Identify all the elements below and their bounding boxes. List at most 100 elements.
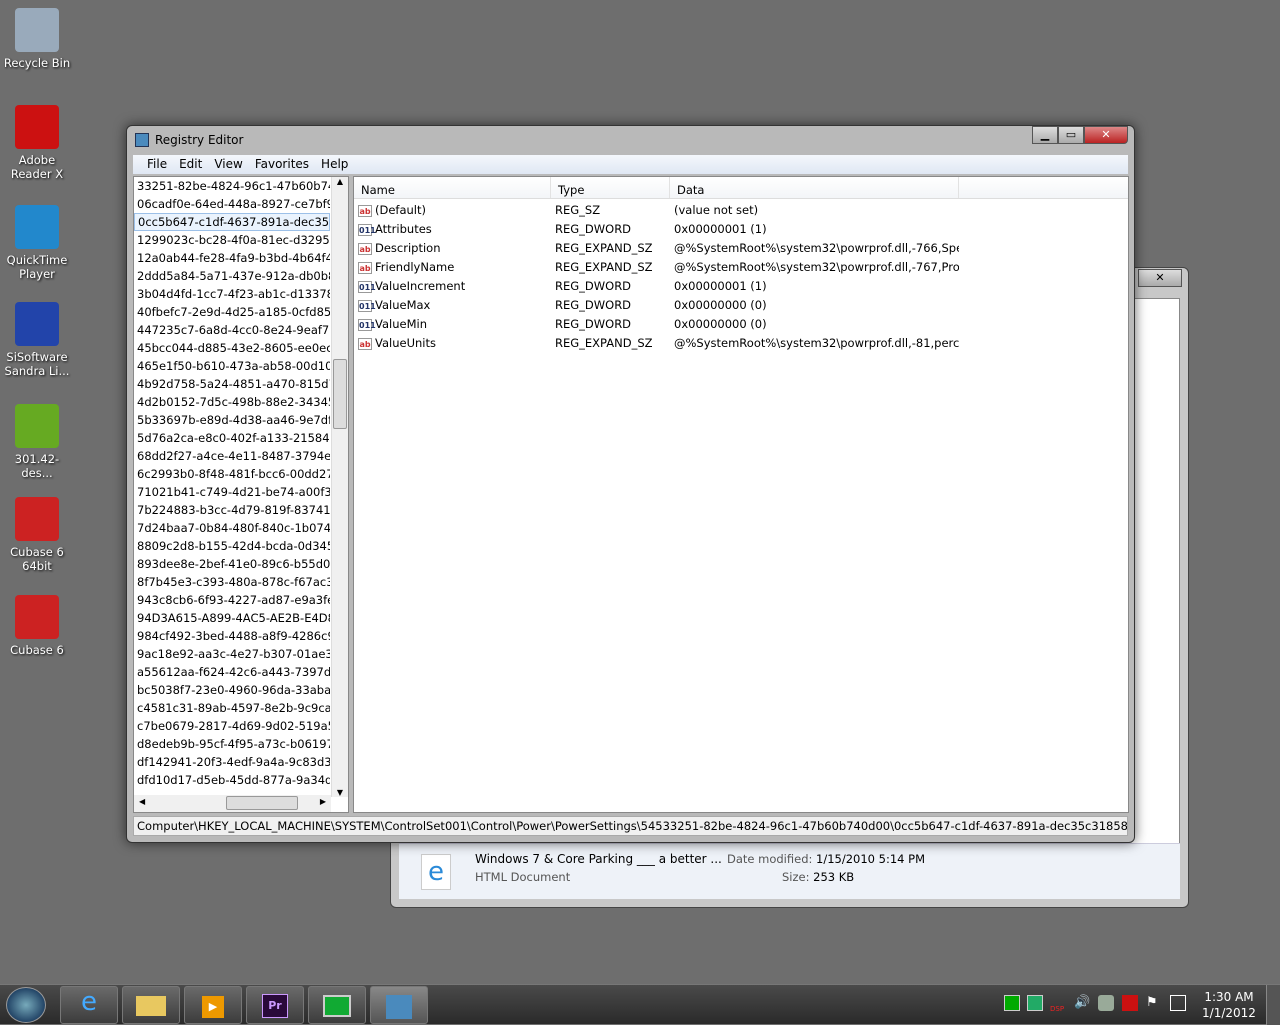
- value-row[interactable]: 011Attributes REG_DWORD 0x00000001 (1): [354, 220, 1128, 239]
- app-icon: [15, 8, 59, 52]
- maximize-button[interactable]: ▭: [1058, 126, 1084, 144]
- menu-file[interactable]: File: [141, 155, 173, 174]
- tree-key[interactable]: bc5038f7-23e0-4960-96da-33abaf593: [134, 681, 330, 699]
- tree-key[interactable]: 5b33697b-e89d-4d38-aa46-9e7dfb7c: [134, 411, 330, 429]
- menu-favorites[interactable]: Favorites: [249, 155, 315, 174]
- value-row[interactable]: 011ValueIncrement REG_DWORD 0x00000001 (1): [354, 277, 1128, 296]
- cpu-meter-icon[interactable]: [1027, 995, 1043, 1011]
- column-data[interactable]: Data: [670, 177, 959, 198]
- desktop-icon[interactable]: Adobe Reader X: [0, 105, 74, 181]
- desktop-icon[interactable]: Cubase 6: [0, 595, 74, 657]
- tree-key[interactable]: 0cc5b647-c1df-4637-891a-dec35c318: [134, 213, 330, 231]
- close-button[interactable]: ✕: [1084, 126, 1128, 144]
- tree-key[interactable]: 7b224883-b3cc-4d79-819f-8374152cb: [134, 501, 330, 519]
- string-icon: ab: [358, 204, 372, 217]
- tree-key[interactable]: c4581c31-89ab-4597-8e2b-9c9cab440: [134, 699, 330, 717]
- regedit-icon: [386, 995, 412, 1019]
- tree-key[interactable]: 3b04d4fd-1cc7-4f23-ab1c-d1337819c: [134, 285, 330, 303]
- taskbar-regedit[interactable]: [370, 986, 428, 1024]
- menu-help[interactable]: Help: [315, 155, 354, 174]
- value-row[interactable]: 011ValueMin REG_DWORD 0x00000000 (0): [354, 315, 1128, 334]
- show-desktop-button[interactable]: [1266, 985, 1280, 1025]
- clock[interactable]: 1:30 AM 1/1/2012: [1200, 989, 1258, 1021]
- tree-key[interactable]: 71021b41-c749-4d21-be74-a00f335d5: [134, 483, 330, 501]
- start-button[interactable]: [6, 987, 46, 1023]
- tree-key[interactable]: c7be0679-2817-4d69-9d02-519a537e: [134, 717, 330, 735]
- tree-key[interactable]: 9ac18e92-aa3c-4e27-b307-01ae37307: [134, 645, 330, 663]
- tree-key[interactable]: 984cf492-3bed-4488-a8f9-4286c97bf: [134, 627, 330, 645]
- value-name: ValueMin: [375, 317, 427, 331]
- desktop-icon[interactable]: 301.42-des...: [0, 404, 74, 480]
- tree-key[interactable]: 40fbefc7-2e9d-4d25-a185-0cfd8574b: [134, 303, 330, 321]
- value-type: REG_DWORD: [555, 317, 632, 331]
- tree-key[interactable]: 2ddd5a84-5a71-437e-912a-db0b8c78: [134, 267, 330, 285]
- clock-date: 1/1/2012: [1202, 1006, 1256, 1020]
- value-type: REG_EXPAND_SZ: [555, 241, 653, 255]
- tree-key[interactable]: 8809c2d8-b155-42d4-bcda-0d345651: [134, 537, 330, 555]
- tree-key[interactable]: 893dee8e-2bef-41e0-89c6-b55d09299: [134, 555, 330, 573]
- tree-horizontal-scrollbar[interactable]: ◀ ▶: [134, 795, 331, 812]
- tree-key[interactable]: 68dd2f27-a4ce-4e11-8487-3794e4135: [134, 447, 330, 465]
- tree-key[interactable]: 4d2b0152-7d5c-498b-88e2-34345392: [134, 393, 330, 411]
- tree-key[interactable]: 1299023c-bc28-4f0a-81ec-d3295a8d8: [134, 231, 330, 249]
- column-type[interactable]: Type: [551, 177, 670, 198]
- value-row[interactable]: ab ValueUnits REG_EXPAND_SZ @%SystemRoot%\s…: [354, 334, 1128, 353]
- value-name: ValueIncrement: [375, 279, 466, 293]
- network-icon[interactable]: [1170, 995, 1186, 1011]
- tree-key[interactable]: 94D3A615-A899-4AC5-AE2B-E4D8F63: [134, 609, 330, 627]
- tree-key[interactable]: 943c8cb6-6f93-4227-ad87-e9a3feec0: [134, 591, 330, 609]
- desktop-icon-label: Cubase 6 64bit: [10, 545, 64, 573]
- taskbar-task-manager[interactable]: [308, 986, 366, 1024]
- tree-key[interactable]: 8f7b45e3-c393-480a-878c-f67ac3d07: [134, 573, 330, 591]
- value-row[interactable]: ab Description REG_EXPAND_SZ @%SystemRoot%\…: [354, 239, 1128, 258]
- printer-icon[interactable]: [1098, 995, 1114, 1011]
- tree-key[interactable]: a55612aa-f624-42c6-a443-7397d064c: [134, 663, 330, 681]
- size-label: Size:: [782, 870, 810, 884]
- action-center-flag-icon[interactable]: ⚑: [1146, 995, 1162, 1011]
- value-row[interactable]: ab (Default) REG_SZ (value not set): [354, 201, 1128, 220]
- volume-icon[interactable]: 🔊: [1074, 995, 1090, 1011]
- adobe-updater-icon[interactable]: [1122, 995, 1138, 1011]
- tree-key[interactable]: 33251-82be-4824-96c1-47b60b740d00: [134, 177, 330, 195]
- file-type: HTML Document: [475, 870, 571, 884]
- dsp-icon[interactable]: DSP: [1050, 995, 1066, 1013]
- desktop-icon[interactable]: QuickTime Player: [0, 205, 74, 281]
- taskbar-premiere[interactable]: Pr: [246, 986, 304, 1024]
- tree-key[interactable]: df142941-20f3-4edf-9a4a-9c83d3d71: [134, 753, 330, 771]
- clock-time: 1:30 AM: [1204, 990, 1254, 1004]
- date-value: 1/15/2010 5:14 PM: [816, 852, 925, 866]
- menu-edit[interactable]: Edit: [173, 155, 208, 174]
- taskbar-media-player[interactable]: ▶: [184, 986, 242, 1024]
- tree-key[interactable]: 45bcc044-d885-43e2-8605-ee0ec6e96: [134, 339, 330, 357]
- tree-key[interactable]: 06cadf0e-64ed-448a-8927-ce7bf90eb: [134, 195, 330, 213]
- minimize-button[interactable]: ▁: [1032, 126, 1058, 144]
- scroll-thumb[interactable]: [333, 359, 347, 429]
- tree-key[interactable]: 465e1f50-b610-473a-ab58-00d1077dc: [134, 357, 330, 375]
- desktop-icon[interactable]: Recycle Bin: [0, 8, 74, 70]
- value-data: 0x00000001 (1): [674, 279, 767, 293]
- tree-key[interactable]: d8edeb9b-95cf-4f95-a73c-b06197369: [134, 735, 330, 753]
- tree-key[interactable]: 7d24baa7-0b84-480f-840c-1b0743c00: [134, 519, 330, 537]
- taskbar-explorer[interactable]: [122, 986, 180, 1024]
- tree-key[interactable]: 447235c7-6a8d-4cc0-8e24-9eaf70b96: [134, 321, 330, 339]
- tree-key[interactable]: dfd10d17-d5eb-45dd-877a-9a34ddd1: [134, 771, 330, 789]
- menu-view[interactable]: View: [208, 155, 248, 174]
- desktop-icon[interactable]: Cubase 6 64bit: [0, 497, 74, 573]
- tree-key[interactable]: 4b92d758-5a24-4851-a470-815d78aec: [134, 375, 330, 393]
- desktop-icon-label: Cubase 6: [10, 643, 64, 657]
- scroll-thumb[interactable]: [226, 796, 298, 810]
- close-button[interactable]: ✕: [1138, 269, 1182, 287]
- tree-key[interactable]: 12a0ab44-fe28-4fa9-b3bd-4b64f4496: [134, 249, 330, 267]
- tree-key[interactable]: 5d76a2ca-e8c0-402f-a133-2158492d5: [134, 429, 330, 447]
- network-meter-icon[interactable]: [1004, 995, 1020, 1011]
- premiere-icon: Pr: [262, 994, 288, 1018]
- value-row[interactable]: 011ValueMax REG_DWORD 0x00000000 (0): [354, 296, 1128, 315]
- desktop-icon[interactable]: SiSoftware Sandra Li...: [0, 302, 74, 378]
- tree-key[interactable]: 6c2993b0-8f48-481f-bcc6-00dd2742a: [134, 465, 330, 483]
- tree-vertical-scrollbar[interactable]: ▲ ▼: [331, 177, 348, 797]
- taskbar-ie[interactable]: e: [60, 986, 118, 1024]
- value-row[interactable]: ab FriendlyName REG_EXPAND_SZ @%SystemRoot%…: [354, 258, 1128, 277]
- value-name: FriendlyName: [375, 260, 455, 274]
- column-name[interactable]: Name: [354, 177, 551, 198]
- desktop-icon-label: Recycle Bin: [3, 56, 71, 70]
